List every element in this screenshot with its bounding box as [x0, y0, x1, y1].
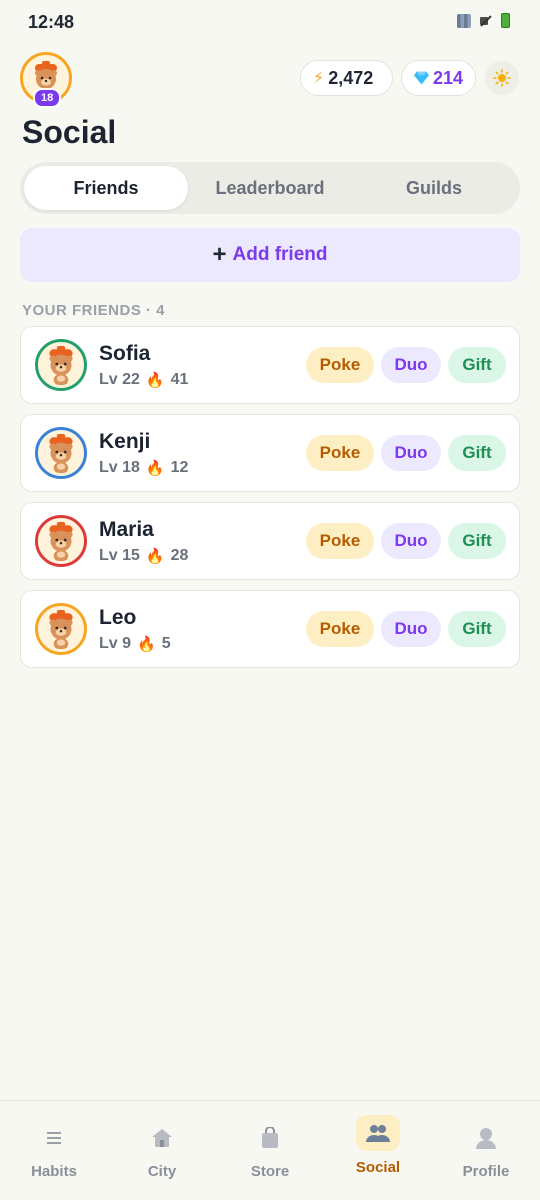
gift-button[interactable]: Gift	[448, 611, 506, 647]
add-friend-label: Add friend	[232, 244, 328, 265]
friend-meta: Lv 22 🔥 41	[99, 371, 188, 389]
gem-icon	[414, 71, 429, 85]
duo-button[interactable]: Duo	[381, 523, 441, 559]
tab-guilds[interactable]: Guilds	[352, 166, 516, 210]
bottom-nav: Habits City Store Social Profile	[0, 1100, 540, 1200]
avatar	[35, 339, 87, 391]
nav-social[interactable]: Social	[324, 1101, 432, 1200]
friends-list: Sofia Lv 22 🔥 41 Poke Duo Gift Kenji Lv …	[20, 326, 520, 678]
gift-button[interactable]: Gift	[448, 523, 506, 559]
friend-actions: Poke Duo Gift	[306, 435, 506, 471]
friend-name: Sofia	[99, 342, 151, 365]
friend-name: Leo	[99, 606, 137, 629]
flame-icon: 🔥	[137, 636, 156, 653]
gift-button[interactable]: Gift	[448, 435, 506, 471]
battery-icon	[501, 13, 510, 28]
friend-streak: 5	[161, 635, 171, 652]
friend-streak: 12	[170, 459, 189, 476]
nav-label: Store	[250, 1163, 290, 1180]
avatar	[35, 603, 87, 655]
list-icon	[33, 1121, 75, 1155]
person-icon	[465, 1121, 507, 1155]
nav-city[interactable]: City	[108, 1101, 216, 1200]
status-time: 12:48	[28, 12, 75, 32]
friend-level: Lv 18	[99, 459, 140, 476]
poke-button[interactable]: Poke	[306, 347, 374, 383]
duo-button[interactable]: Duo	[381, 347, 441, 383]
sun-icon	[493, 69, 511, 87]
tab-friends[interactable]: Friends	[24, 166, 188, 210]
poke-button[interactable]: Poke	[306, 611, 374, 647]
flame-icon: 🔥	[145, 372, 165, 389]
avatar	[35, 515, 87, 567]
nav-label: City	[147, 1163, 177, 1180]
nav-profile[interactable]: Profile	[432, 1101, 540, 1200]
bear-avatar-icon	[49, 610, 73, 649]
mute-icon	[479, 14, 493, 28]
gift-button[interactable]: Gift	[448, 347, 506, 383]
profile-avatar[interactable]: 18	[20, 52, 72, 108]
friend-meta: Lv 9 🔥 5	[99, 635, 171, 653]
duo-button[interactable]: Duo	[381, 611, 441, 647]
level-badge: 18	[33, 88, 62, 108]
signal-icon	[457, 13, 471, 28]
friend-card[interactable]: Sofia Lv 22 🔥 41 Poke Duo Gift	[20, 326, 520, 404]
bear-avatar-icon	[49, 346, 73, 385]
nav-habits[interactable]: Habits	[0, 1101, 108, 1200]
house-icon	[141, 1121, 183, 1155]
gems-counter[interactable]: 214	[401, 60, 476, 96]
page-title: Social	[22, 114, 117, 150]
friend-card[interactable]: Kenji Lv 18 🔥 12 Poke Duo Gift	[20, 414, 520, 492]
friend-actions: Poke Duo Gift	[306, 611, 506, 647]
friend-name: Maria	[99, 518, 154, 541]
status-bar: 12:48	[0, 0, 540, 44]
friend-meta: Lv 15 🔥 28	[99, 547, 188, 565]
duo-button[interactable]: Duo	[381, 435, 441, 471]
friend-streak: 28	[170, 547, 189, 564]
friend-level: Lv 15	[99, 547, 140, 564]
flame-icon: 🔥	[145, 548, 165, 565]
friend-actions: Poke Duo Gift	[306, 347, 506, 383]
theme-toggle-button[interactable]	[485, 61, 519, 95]
bear-avatar-icon	[49, 522, 73, 561]
friend-level: Lv 9	[99, 635, 132, 652]
coins-value: 2,472	[328, 67, 374, 88]
tab-bar: Friends Leaderboard Guilds	[20, 162, 520, 214]
nav-label: Profile	[462, 1163, 510, 1180]
gems-value: 214	[432, 67, 463, 88]
plus-icon: +	[212, 241, 227, 268]
friend-meta: Lv 18 🔥 12	[99, 459, 188, 477]
poke-button[interactable]: Poke	[306, 523, 374, 559]
friend-card[interactable]: Leo Lv 9 🔥 5 Poke Duo Gift	[20, 590, 520, 668]
people-icon	[356, 1115, 400, 1151]
avatar	[35, 427, 87, 479]
friend-actions: Poke Duo Gift	[306, 523, 506, 559]
add-friend-button[interactable]: + Add friend	[20, 228, 520, 282]
lightning-icon: ⚡	[313, 70, 325, 87]
nav-label: Habits	[31, 1163, 77, 1180]
bear-avatar-icon	[49, 434, 73, 473]
nav-label: Social	[355, 1159, 401, 1176]
flame-icon: 🔥	[145, 460, 165, 477]
section-label: YOUR FRIENDS · 4	[22, 302, 166, 319]
coins-counter[interactable]: ⚡ 2,472	[300, 60, 393, 96]
tab-leaderboard[interactable]: Leaderboard	[188, 166, 352, 210]
friend-level: Lv 22	[99, 371, 140, 388]
status-icons	[457, 13, 510, 28]
poke-button[interactable]: Poke	[306, 435, 374, 471]
nav-store[interactable]: Store	[216, 1101, 324, 1200]
shopping-bag-icon	[249, 1121, 291, 1155]
friend-card[interactable]: Maria Lv 15 🔥 28 Poke Duo Gift	[20, 502, 520, 580]
friend-name: Kenji	[99, 430, 151, 453]
friend-streak: 41	[170, 371, 189, 388]
